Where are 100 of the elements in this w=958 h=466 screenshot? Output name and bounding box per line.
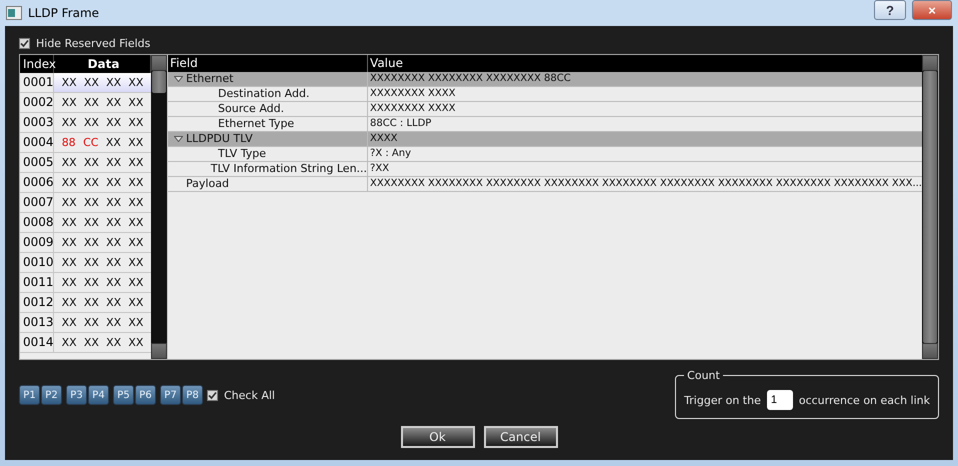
table-row[interactable]: 0002 XX XX XX XX bbox=[20, 93, 152, 113]
check-icon bbox=[208, 390, 217, 400]
hex-cell-text: XX bbox=[106, 215, 122, 231]
hex-cell-text: XX bbox=[62, 335, 77, 351]
hex-cell-text: XX bbox=[106, 275, 122, 291]
hex-cell-text: XX bbox=[84, 235, 99, 251]
table-row[interactable]: 0003 XX XX XX XX bbox=[20, 113, 152, 133]
table-row[interactable]: 0010 XX XX XX XX bbox=[20, 253, 152, 273]
hex-cell-text: CC bbox=[83, 135, 98, 151]
field-name: Payload bbox=[186, 177, 229, 191]
scrollbar[interactable] bbox=[922, 55, 938, 359]
field-name: TLV Type bbox=[218, 147, 266, 161]
checkbox[interactable] bbox=[19, 38, 30, 49]
hex-cell-text: XX bbox=[84, 195, 99, 211]
hex-cell-text: 88 bbox=[62, 135, 76, 151]
field-value: 88CC : LLDP bbox=[369, 117, 432, 131]
hex-cell-text: XX bbox=[62, 75, 77, 91]
count-label: Trigger on the bbox=[684, 394, 761, 406]
field-name: Ethernet bbox=[186, 72, 234, 86]
tree-row[interactable]: TLV Type ?X : Any bbox=[168, 147, 922, 162]
hex-cell-text: XX bbox=[128, 275, 144, 291]
tree-row[interactable]: LLDPDU TLV XXXX bbox=[168, 132, 922, 147]
scrollbar[interactable] bbox=[151, 55, 168, 359]
tree-row[interactable]: TLV Information String Len... ?XX bbox=[168, 162, 922, 177]
table-row[interactable]: 0009 XX XX XX XX bbox=[20, 233, 152, 253]
hex-cell-text: XX bbox=[84, 115, 99, 131]
table-row[interactable]: 0001 XX XX XX XX bbox=[20, 73, 152, 93]
table-row[interactable]: 0006 XX XX XX XX bbox=[20, 173, 152, 193]
hex-cell-text: XX bbox=[128, 295, 144, 311]
field-value: ?X : Any bbox=[369, 147, 412, 161]
port-button[interactable]: P3 bbox=[66, 385, 87, 405]
checkbox-label: Hide Reserved Fields bbox=[36, 37, 150, 50]
expand-icon[interactable] bbox=[174, 136, 184, 142]
hex-cell-text: XX bbox=[62, 95, 77, 111]
port-button[interactable]: P5 bbox=[113, 385, 134, 405]
tree-row[interactable]: Destination Add. XXXXXXXX XXXX bbox=[168, 87, 922, 102]
hex-cell-text: XX bbox=[128, 255, 144, 271]
hex-cell-text: XX bbox=[84, 295, 99, 311]
hex-cell-text: XX bbox=[128, 215, 144, 231]
tree-row[interactable]: Payload XXXXXXXX XXXXXXXX XXXXXXXX XXXXXXXX XXXXXXXX XXXXXXXX XXXXXXXX XXXXXXXX XXXXXXXX XXX... bbox=[168, 177, 922, 192]
hex-cell-text: XX bbox=[62, 235, 77, 251]
port-button[interactable]: P7 bbox=[160, 385, 181, 405]
hex-cell-text: XX bbox=[106, 75, 122, 91]
hex-cell-text: XX bbox=[106, 295, 122, 311]
field-value: XXXXXXXX XXXX bbox=[369, 87, 456, 101]
hex-cell-text: XX bbox=[106, 115, 122, 131]
tree-row[interactable]: Source Add. XXXXXXXX XXXX bbox=[168, 102, 922, 117]
port-button[interactable]: P6 bbox=[135, 385, 156, 405]
table-row[interactable]: 0005 XX XX XX XX bbox=[20, 153, 152, 173]
table-row[interactable]: 0013 XX XX XX XX bbox=[20, 313, 152, 333]
hex-cell-text: XX bbox=[84, 335, 99, 351]
tree-row[interactable]: Ethernet Type 88CC : LLDP bbox=[168, 117, 922, 132]
count-input[interactable]: 1 bbox=[766, 390, 793, 410]
table-row[interactable]: 0011 XX XX XX XX bbox=[20, 273, 152, 293]
hex-cell-text: XX bbox=[62, 215, 77, 231]
hex-cell-text: XX bbox=[84, 155, 99, 171]
hex-cell-text: XX bbox=[106, 175, 122, 191]
hex-cell-text: XX bbox=[106, 95, 122, 111]
hex-cell-text: XX bbox=[128, 195, 144, 211]
hex-cell-text: XX bbox=[84, 95, 99, 111]
index-cell: 0001 bbox=[20, 73, 54, 92]
hex-cell-text: XX bbox=[106, 195, 122, 211]
help-button[interactable]: ? bbox=[874, 0, 906, 20]
field-value: ?XX bbox=[369, 162, 390, 176]
checkbox[interactable] bbox=[207, 390, 218, 400]
expand-icon[interactable] bbox=[174, 76, 184, 82]
hex-cell-text: XX bbox=[84, 315, 99, 331]
hex-cell-text: XX bbox=[106, 235, 122, 251]
field-name: LLDPDU TLV bbox=[186, 132, 253, 146]
hex-cell-text: XX bbox=[128, 175, 144, 191]
table-row[interactable]: 0014 XX XX XX XX bbox=[20, 333, 152, 353]
tree-row[interactable]: Ethernet XXXXXXXX XXXXXXXX XXXXXXXX 88CC bbox=[168, 72, 922, 87]
port-button[interactable]: P2 bbox=[41, 385, 62, 405]
hex-cell-text: XX bbox=[128, 235, 144, 251]
hex-cell-text: XX bbox=[84, 215, 99, 231]
hex-cell-text: XX bbox=[84, 275, 99, 291]
window-title: LLDP Frame bbox=[28, 6, 100, 20]
field-name: Ethernet Type bbox=[218, 117, 294, 131]
hex-cell-text: XX bbox=[128, 315, 144, 331]
table-row[interactable]: 0007 XX XX XX XX bbox=[20, 193, 152, 213]
group-title: Count bbox=[686, 369, 721, 382]
checkbox-label: Check All bbox=[224, 388, 275, 402]
port-button[interactable]: P1 bbox=[19, 385, 40, 405]
hex-cell-text: XX bbox=[62, 175, 77, 191]
hex-cell-text: XX bbox=[128, 95, 144, 111]
table-row[interactable]: 0008 XX XX XX XX bbox=[20, 213, 152, 233]
hex-cell-text: XX bbox=[62, 275, 77, 291]
ok-button[interactable]: Ok bbox=[400, 426, 474, 448]
hex-cell-text: XX bbox=[128, 115, 144, 131]
hex-cell-text: XX bbox=[62, 295, 77, 311]
hex-cell-text: XX bbox=[106, 135, 121, 151]
hex-cell-text: XX bbox=[62, 115, 77, 131]
port-button[interactable]: P8 bbox=[182, 385, 203, 405]
port-button[interactable]: P4 bbox=[88, 385, 109, 405]
field-name: Source Add. bbox=[218, 102, 284, 116]
hex-cell-text: XX bbox=[106, 315, 122, 331]
table-row[interactable]: 0012 XX XX XX XX bbox=[20, 293, 152, 313]
hex-cell-text: XX bbox=[128, 155, 144, 171]
cancel-button[interactable]: Cancel bbox=[484, 426, 558, 448]
table-row[interactable]: 0004 88 CC XX XX bbox=[20, 133, 152, 153]
